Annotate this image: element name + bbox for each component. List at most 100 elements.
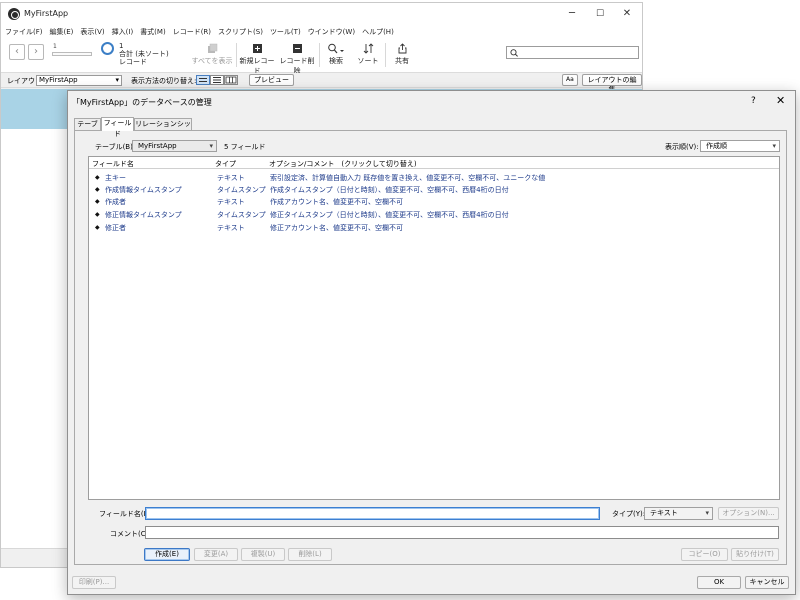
layout-select[interactable]: MyFirstApp <box>36 75 122 86</box>
options-button[interactable]: オプション(N)... <box>718 507 779 520</box>
sort-icon <box>363 43 373 54</box>
menu-scripts[interactable]: スクリプト(S) <box>214 25 266 37</box>
print-button[interactable]: 印刷(P)... <box>72 576 116 589</box>
table-row[interactable]: ◆ 作成情報タイムスタンプ タイムスタンプ 作成タイムスタンプ（日付と時刻）、値… <box>89 183 779 195</box>
field-list-header: フィールド名 タイプ オプション/コメント (クリックして切り替え) <box>89 157 779 169</box>
menu-file[interactable]: ファイル(F) <box>1 25 46 37</box>
layout-bar: レイアウト: MyFirstApp 表示方法の切り替え: プレビュー Aa レイ… <box>1 73 642 94</box>
record-slider[interactable] <box>52 52 92 56</box>
toolbar-separator <box>236 43 237 67</box>
column-type[interactable]: タイプ <box>215 159 236 169</box>
menu-help[interactable]: ヘルプ(H) <box>358 25 397 37</box>
record-pie-icon <box>101 42 114 55</box>
menu-format[interactable]: 書式(M) <box>136 25 169 37</box>
cancel-button[interactable]: キャンセル <box>745 576 789 589</box>
comment-input[interactable] <box>145 526 779 539</box>
share-icon <box>398 43 406 54</box>
type-select[interactable]: テキスト ▾ <box>644 507 713 520</box>
minimize-button[interactable]: ─ <box>558 6 586 22</box>
find-button[interactable]: 検索 <box>321 42 351 66</box>
tab-relationships[interactable]: リレーションシップ <box>134 118 192 139</box>
table-label: テーブル(B): <box>95 143 136 151</box>
table-row[interactable]: ◆ 修正者 テキスト 修正アカウント名、値変更不可、空欄不可 <box>89 221 779 233</box>
view-as-label: 表示方法の切り替え: <box>131 77 197 85</box>
drag-handle-icon[interactable]: ◆ <box>95 186 100 193</box>
drag-handle-icon[interactable]: ◆ <box>95 198 100 205</box>
tab-fields[interactable]: フィールド <box>101 117 134 138</box>
view-by-label: 表示順(V): <box>665 143 699 151</box>
preview-button[interactable]: プレビュー <box>249 74 294 86</box>
show-all-button[interactable]: すべてを表示 <box>191 42 233 66</box>
title-bar: MyFirstApp ─ ☐ ✕ <box>1 3 642 25</box>
column-options[interactable]: オプション/コメント (クリックして切り替え) <box>269 159 417 169</box>
record-info: 1 合計 (未ソート) レコード <box>119 42 169 66</box>
menu-bar: ファイル(F) 編集(E) 表示(V) 挿入(I) 書式(M) レコード(R) スクリプト(… <box>1 25 642 39</box>
formatting-bar-button[interactable]: Aa <box>562 74 578 86</box>
plus-icon <box>252 44 262 53</box>
record-count: 1 <box>119 42 124 50</box>
view-by-select[interactable]: 作成順 ▾ <box>700 140 780 152</box>
copy-button[interactable]: コピー(O) <box>681 548 728 561</box>
list-view-icon <box>213 77 221 83</box>
dialog-title: 「MyFirstApp」のデータベースの管理 <box>72 98 212 107</box>
maximize-button[interactable]: ☐ <box>586 6 614 22</box>
drag-handle-icon[interactable]: ◆ <box>95 224 100 231</box>
field-name-input[interactable] <box>145 507 600 520</box>
status-toolbar: ‹ › 1 1 合計 (未ソート) レコード すべてを表示 新規レコード レコー… <box>1 39 642 76</box>
record-status: 合計 (未ソート) <box>119 50 169 58</box>
field-count: 5 フィールド <box>224 143 266 151</box>
duplicate-button[interactable]: 複製(U) <box>241 548 285 561</box>
paste-button[interactable]: 貼り付け(T) <box>731 548 779 561</box>
table-view-icon <box>225 76 237 84</box>
form-view-icon <box>199 78 207 82</box>
form-view-button[interactable] <box>196 75 210 85</box>
table-row[interactable]: ◆ 作成者 テキスト 作成アカウント名、値変更不可、空欄不可 <box>89 195 779 207</box>
app-icon <box>8 8 20 20</box>
field-list[interactable]: フィールド名 タイプ オプション/コメント (クリックして切り替え) ◆ 主キー… <box>88 156 780 500</box>
toolbar-separator <box>385 43 386 67</box>
search-icon <box>510 49 518 57</box>
table-row[interactable]: ◆ 修正情報タイムスタンプ タイムスタンプ 修正タイムスタンプ（日付と時刻）、値… <box>89 208 779 220</box>
menu-records[interactable]: レコード(R) <box>169 25 214 37</box>
delete-record-button[interactable]: レコード削除 <box>278 42 316 76</box>
table-row[interactable]: ◆ 主キー テキスト 索引設定済、計算値自動入力 既存値を置き換え、値変更不可、… <box>89 171 779 183</box>
menu-edit[interactable]: 編集(E) <box>46 25 77 37</box>
manage-database-dialog: 「MyFirstApp」のデータベースの管理 ? ✕ テーブル フィールド リレ… <box>67 90 796 595</box>
help-button[interactable]: ? <box>751 96 756 106</box>
record-label: レコード <box>119 58 147 66</box>
dialog-close-button[interactable]: ✕ <box>776 94 785 107</box>
sort-button[interactable]: ソート <box>356 42 380 66</box>
table-view-button[interactable] <box>224 75 238 85</box>
toolbar-separator <box>319 43 320 67</box>
chevron-down-icon: ▾ <box>772 142 776 150</box>
fields-tab-panel: テーブル(B): MyFirstApp ▾ 5 フィールド 表示順(V): 作成順… <box>74 130 787 565</box>
table-select[interactable]: MyFirstApp ▾ <box>132 140 217 152</box>
drag-handle-icon[interactable]: ◆ <box>95 174 100 181</box>
current-record-number[interactable]: 1 <box>53 43 57 50</box>
delete-field-button[interactable]: 削除(L) <box>288 548 332 561</box>
edit-layout-button[interactable]: レイアウトの編集 <box>582 74 642 94</box>
share-button[interactable]: 共有 <box>389 42 415 66</box>
ok-button[interactable]: OK <box>697 576 741 589</box>
next-record-button[interactable]: › <box>28 44 44 60</box>
change-button[interactable]: 変更(A) <box>194 548 238 561</box>
drag-handle-icon[interactable]: ◆ <box>95 211 100 218</box>
minus-icon <box>292 44 302 53</box>
list-view-button[interactable] <box>210 75 224 85</box>
chevron-down-icon: ▾ <box>705 509 709 517</box>
type-label: タイプ(Y): <box>612 510 646 518</box>
menu-tools[interactable]: ツール(T) <box>266 25 304 37</box>
menu-view[interactable]: 表示(V) <box>76 25 107 37</box>
previous-record-button[interactable]: ‹ <box>9 44 25 60</box>
close-button[interactable]: ✕ <box>613 6 641 22</box>
search-icon <box>328 43 344 54</box>
show-all-icon <box>207 43 217 53</box>
create-button[interactable]: 作成(E) <box>144 548 190 561</box>
menu-insert[interactable]: 挿入(I) <box>108 25 137 37</box>
tab-tables[interactable]: テーブル <box>74 118 101 139</box>
quick-find-input[interactable] <box>506 46 639 59</box>
new-record-button[interactable]: 新規レコード <box>238 42 276 76</box>
menu-window[interactable]: ウインドウ(W) <box>304 25 358 37</box>
window-title: MyFirstApp <box>24 9 69 18</box>
column-field-name[interactable]: フィールド名 <box>92 159 134 169</box>
